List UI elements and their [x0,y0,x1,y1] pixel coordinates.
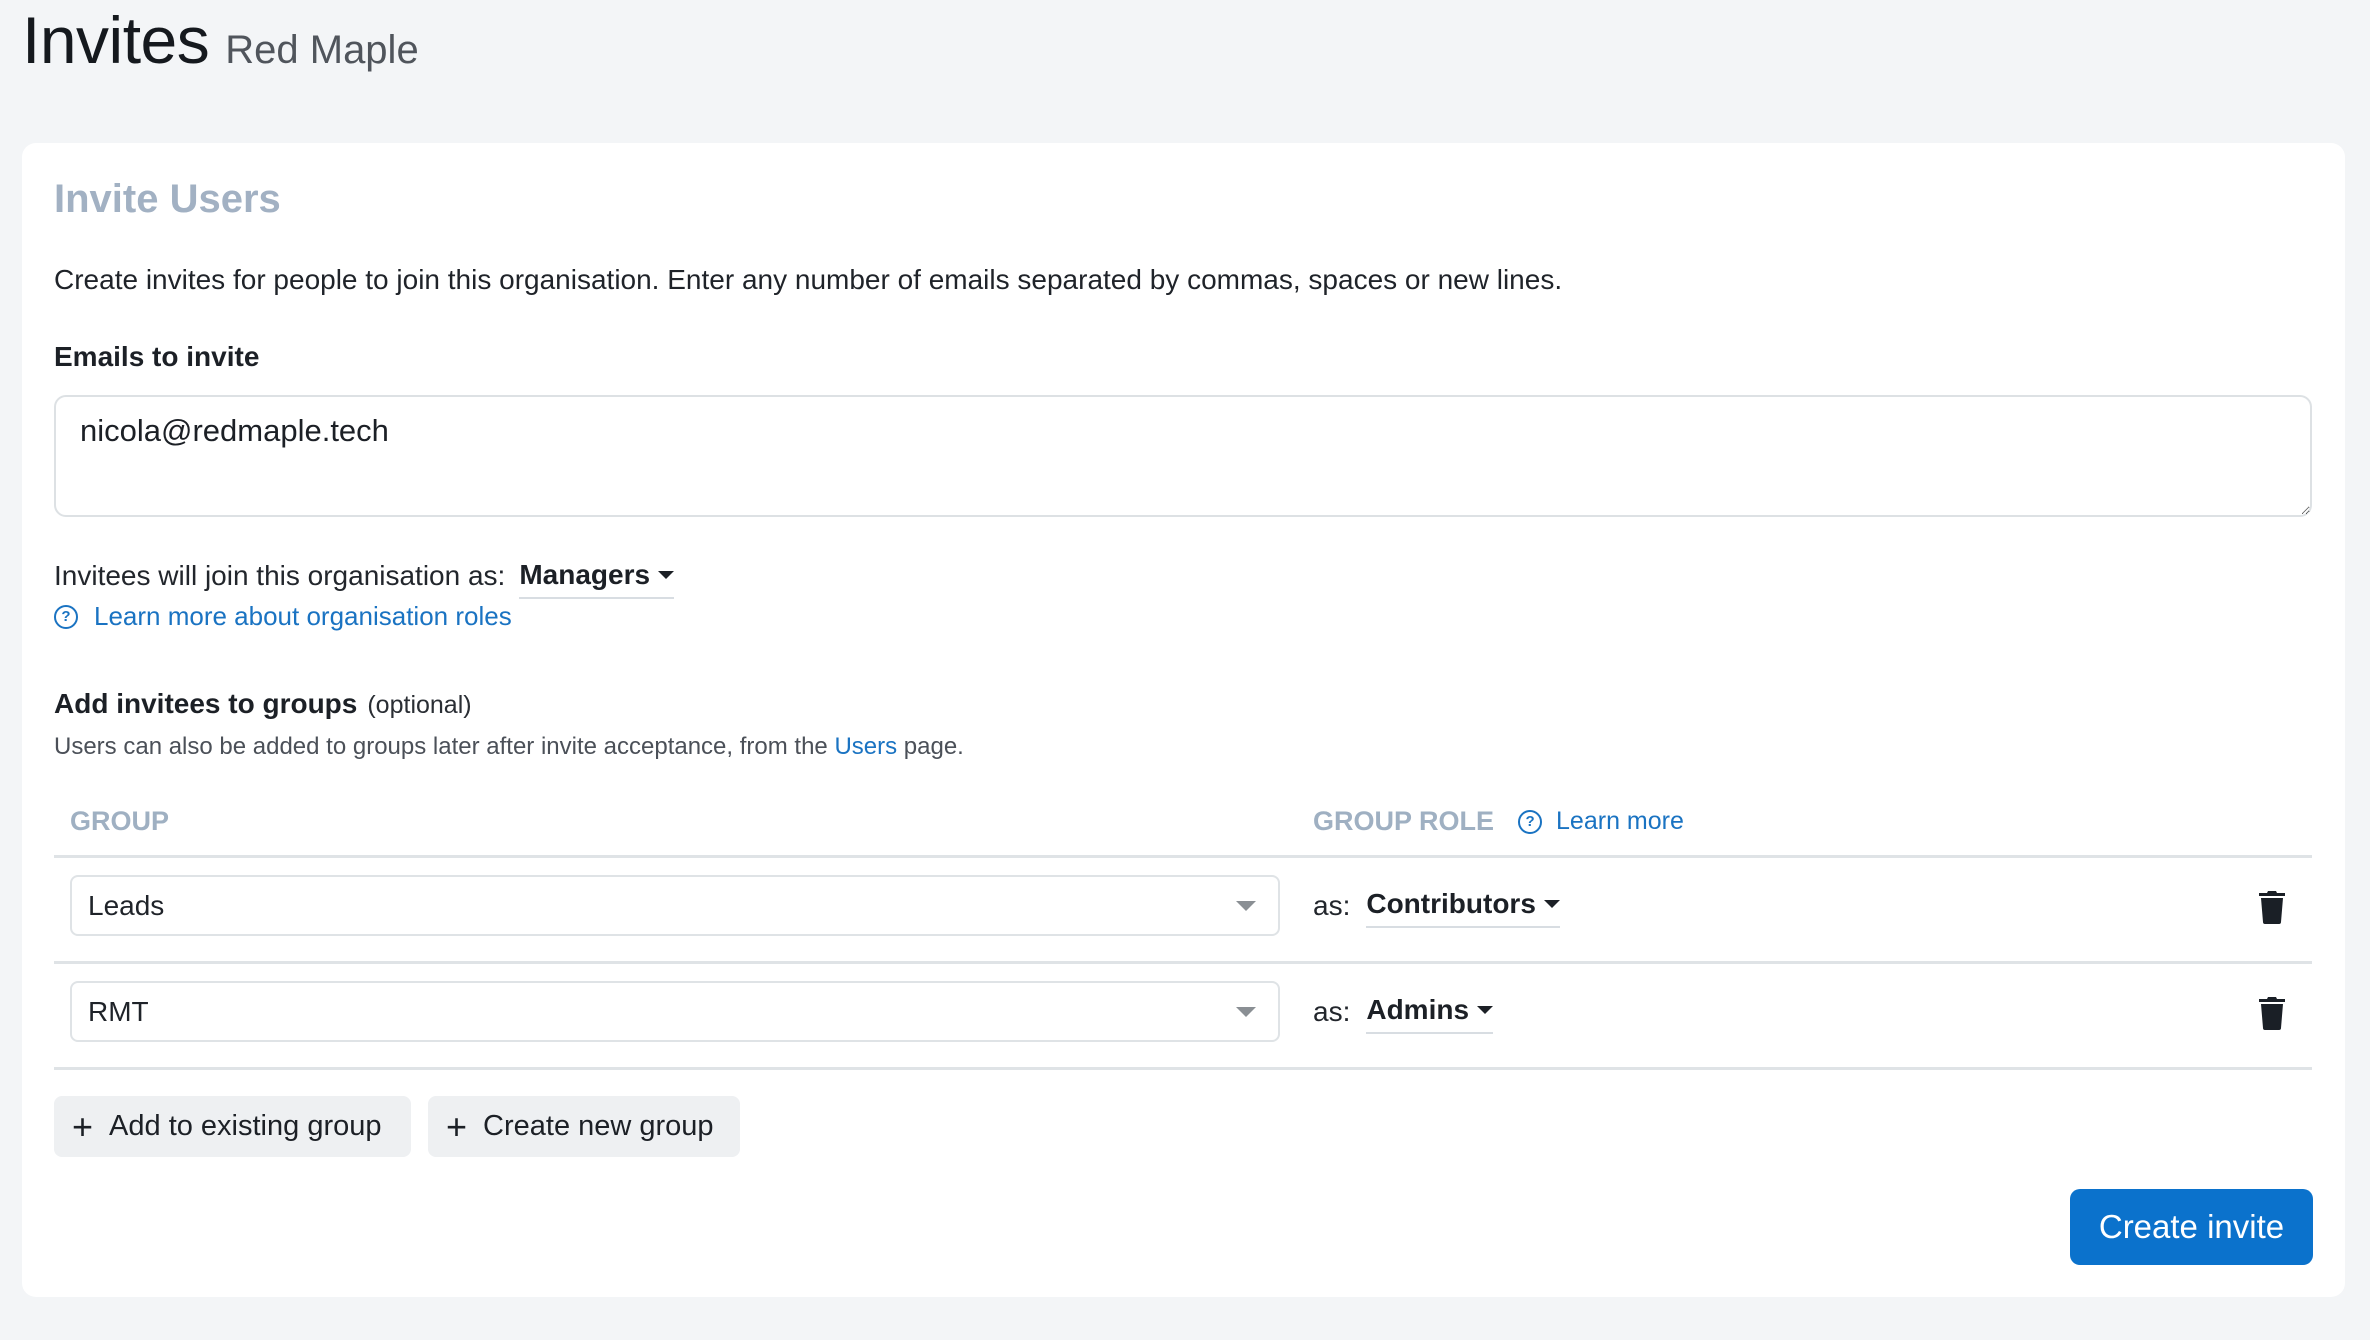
plus-icon: + [72,1105,94,1147]
group-select-value: RMT [88,995,149,1027]
caret-down-icon [1477,1006,1494,1014]
caret-down-icon [658,571,675,579]
column-header-group: GROUP [70,806,170,836]
learn-org-roles-link[interactable]: ? Learn more about organisation roles [54,601,512,632]
card-title: Invite Users [54,177,281,221]
org-role-row: Invitees will join this organisation as:… [54,553,675,599]
caret-down-icon [1543,900,1560,908]
groups-subtext-prefix: Users can also be added to groups later … [54,733,835,760]
group-role-header-text: GROUP ROLE [1313,806,1495,836]
groups-subtext-suffix: page. [897,733,964,760]
org-role-value: Managers [519,559,651,590]
add-to-existing-group-button[interactable]: + Add to existing group [54,1096,411,1157]
group-select-value: Leads [88,889,165,921]
plus-icon: + [446,1105,468,1147]
groups-table: GROUP GROUP ROLE ? Learn more Leads as: … [54,795,2312,1070]
group-role: as: Admins [1313,990,1494,1034]
group-row: RMT as: Admins [54,964,2312,1070]
column-header-group-role: GROUP ROLE ? Learn more [1313,806,1684,837]
groups-section-title: Add invitees to groups (optional) [54,688,472,720]
users-page-link[interactable]: Users [834,733,897,760]
groups-title-text: Add invitees to groups [54,688,358,719]
question-circle-icon: ? [1518,809,1543,834]
question-circle-icon: ? [54,604,78,629]
group-role-dropdown[interactable]: Admins [1366,990,1494,1034]
caret-down-icon [1236,901,1256,911]
as-label: as: [1313,996,1351,1027]
group-select[interactable]: Leads [70,875,1280,936]
group-role-value: Admins [1366,994,1470,1025]
groups-subtext: Users can also be added to groups later … [54,733,964,761]
learn-org-roles-text: Learn more about organisation roles [94,601,512,631]
caret-down-icon [1236,1007,1256,1017]
create-new-group-label: Create new group [483,1110,714,1142]
org-role-dropdown[interactable]: Managers [519,553,675,599]
trash-icon[interactable] [2258,890,2286,924]
page-header: Invites Red Maple [22,2,419,78]
emails-label: Emails to invite [54,341,260,372]
create-new-group-button[interactable]: + Create new group [428,1096,740,1157]
intro-text: Create invites for people to join this o… [54,264,1563,295]
optional-label: (optional) [367,691,472,719]
as-label: as: [1313,890,1351,921]
group-select[interactable]: RMT [70,981,1280,1042]
trash-icon[interactable] [2258,996,2286,1030]
page-title: Invites [22,3,210,77]
create-invite-button[interactable]: Create invite [2070,1189,2313,1265]
group-role: as: Contributors [1313,884,1560,928]
invite-users-card: Invite Users Create invites for people t… [22,143,2345,1297]
learn-more-group-roles-link[interactable]: Learn more [1556,807,1684,836]
group-role-dropdown[interactable]: Contributors [1366,884,1560,928]
group-row: Leads as: Contributors [54,858,2312,964]
org-role-label: Invitees will join this organisation as: [54,560,506,591]
group-role-value: Contributors [1366,888,1536,919]
add-to-existing-group-label: Add to existing group [109,1110,382,1142]
org-name: Red Maple [225,28,419,72]
emails-textarea[interactable]: nicola@redmaple.tech [54,395,2312,517]
groups-table-header: GROUP GROUP ROLE ? Learn more [54,795,2312,858]
